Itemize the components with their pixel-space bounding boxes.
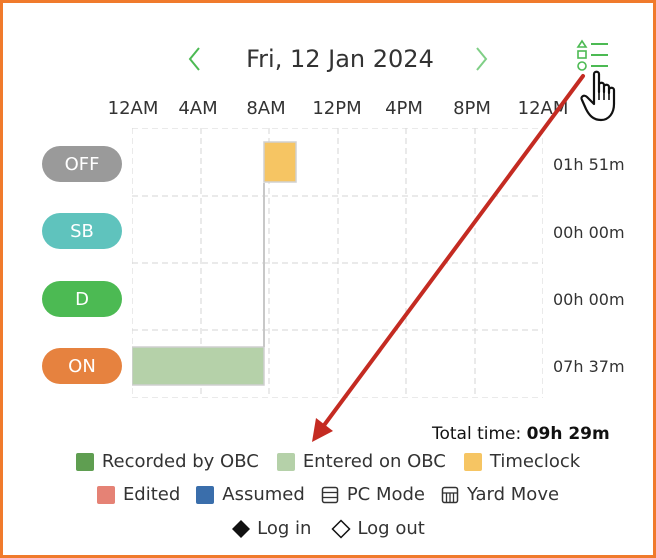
hand-cursor-icon [580, 70, 626, 124]
annotation-arrow [312, 74, 585, 442]
